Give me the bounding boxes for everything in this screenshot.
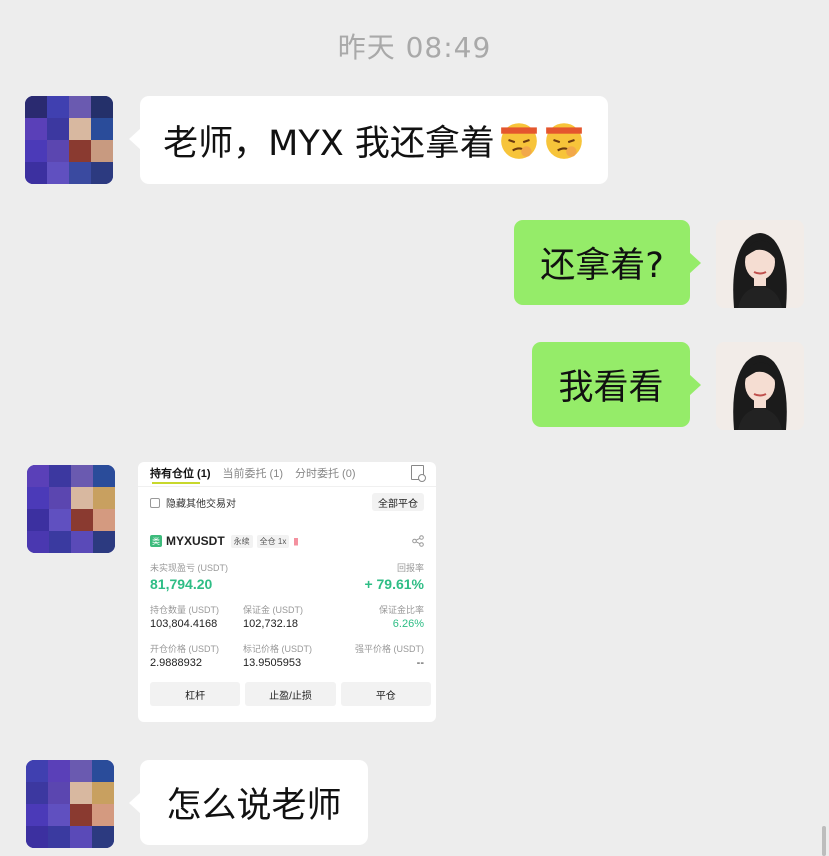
message-text: 我看看 xyxy=(558,368,664,408)
contact-avatar[interactable] xyxy=(27,465,115,553)
self-avatar[interactable] xyxy=(716,220,804,308)
margin-mode-tag: 全仓 1x xyxy=(256,534,290,548)
close-position-button: 平仓 xyxy=(340,682,431,706)
liq-price-label: 强平价格 (USDT) xyxy=(355,644,424,654)
unrealized-pnl-label: 未实现盈亏 (USDT) xyxy=(150,563,228,573)
position-size-value: 103,804.4168 xyxy=(150,618,218,630)
message-bubble-2[interactable]: 还拿着? xyxy=(514,220,701,305)
share-icon xyxy=(412,535,424,547)
symbol-icon: 类 xyxy=(150,535,162,547)
liq-price-value: -- xyxy=(416,657,424,669)
entry-price-value: 2.9888932 xyxy=(150,657,202,669)
face-with-headband-icon xyxy=(545,123,582,159)
hide-other-pairs: 隐藏其他交易对 xyxy=(150,495,236,510)
roe-value: + 79.61% xyxy=(364,576,424,592)
contact-avatar[interactable] xyxy=(26,760,114,848)
face-with-headband-icon xyxy=(500,123,537,159)
tab-twap-orders: 分时委托 (0) xyxy=(295,468,356,480)
unrealized-pnl-value: 81,794.20 xyxy=(150,576,213,592)
active-tab-indicator xyxy=(152,482,200,484)
scrollbar[interactable] xyxy=(822,826,826,856)
close-all-button: 全部平仓 xyxy=(372,493,424,511)
risk-bars: |||| xyxy=(293,536,298,546)
margin-value: 102,732.18 xyxy=(243,618,299,630)
message-text: 怎么说老师 xyxy=(166,786,342,826)
mark-price-label: 标记价格 (USDT) xyxy=(243,644,312,654)
roe-label: 回报率 xyxy=(396,563,424,573)
tab-positions: 持有仓位 (1) xyxy=(150,468,211,480)
entry-price-label: 开仓价格 (USDT) xyxy=(150,644,219,654)
timestamp: 昨天 08:49 xyxy=(337,31,492,64)
margin-ratio-label: 保证金比率 xyxy=(378,605,424,615)
message-bubble-1[interactable]: 老师，MYX 我还拿着 xyxy=(129,96,608,184)
divider xyxy=(138,486,436,487)
symbol-name: MYXUSDT xyxy=(166,534,225,548)
checkbox-icon xyxy=(150,497,160,508)
message-text: 还拿着? xyxy=(540,246,664,286)
leverage-button: 杠杆 xyxy=(150,682,241,706)
symbol-row: 类 MYXUSDT 永续 全仓 1x |||| xyxy=(150,534,299,548)
history-icon xyxy=(411,465,426,482)
message-text: 老师，MYX 我还拿着 xyxy=(163,123,495,164)
self-avatar[interactable] xyxy=(716,342,804,430)
position-size-label: 持仓数量 (USDT) xyxy=(150,605,219,615)
tab-open-orders: 当前委托 (1) xyxy=(222,468,284,480)
margin-label: 保证金 (USDT) xyxy=(243,605,303,615)
margin-ratio-value: 6.26% xyxy=(392,618,424,630)
perpetual-tag: 永续 xyxy=(230,534,253,548)
hide-other-pairs-label: 隐藏其他交易对 xyxy=(166,499,236,510)
tp-sl-button: 止盈/止损 xyxy=(245,682,336,706)
image-message-position-screenshot[interactable]: 持有仓位 (1) 当前委托 (1) 分时委托 (0) 隐藏其他交易对 全部平仓 … xyxy=(138,462,436,722)
message-bubble-3[interactable]: 我看看 xyxy=(532,342,701,427)
message-bubble-4[interactable]: 怎么说老师 xyxy=(129,760,368,845)
mark-price-value: 13.9505953 xyxy=(243,657,302,669)
position-action-buttons: 杠杆 止盈/止损 平仓 xyxy=(150,682,431,706)
position-tabs: 持有仓位 (1) 当前委托 (1) 分时委托 (0) xyxy=(150,462,426,484)
contact-avatar[interactable] xyxy=(25,96,113,184)
